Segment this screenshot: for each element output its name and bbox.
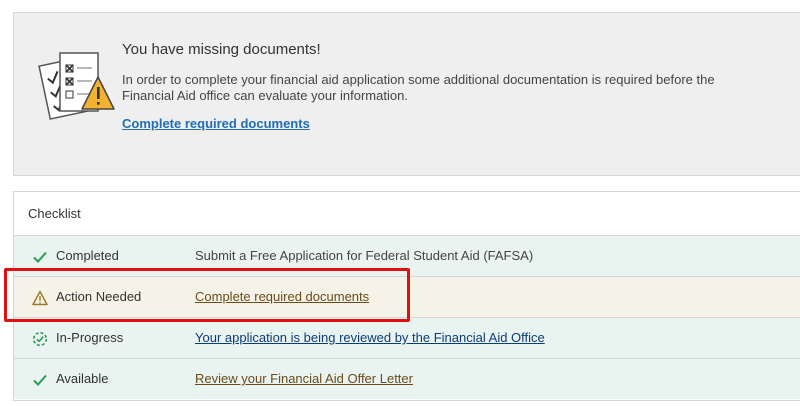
alert-body: In order to complete your financial aid …: [122, 72, 715, 103]
checklist-title: Checklist: [28, 206, 81, 221]
status-label: Available: [56, 371, 109, 386]
offer-letter-link[interactable]: Review your Financial Aid Offer Letter: [195, 371, 413, 386]
complete-required-documents-link[interactable]: Complete required documents: [122, 116, 310, 131]
checklist-row-in-progress: In-Progress Your application is being re…: [14, 317, 800, 358]
documents-warning-icon: [38, 52, 115, 120]
highlight-annotation: [4, 268, 410, 322]
progress-icon: [32, 331, 48, 347]
alert-title: You have missing documents!: [122, 41, 321, 58]
check-icon: [33, 251, 47, 263]
missing-documents-alert: You have missing documents! In order to …: [13, 12, 800, 176]
row-description: Submit a Free Application for Federal St…: [195, 248, 534, 263]
application-review-link[interactable]: Your application is being reviewed by th…: [195, 330, 545, 345]
check-icon: [33, 374, 47, 386]
status-label: In-Progress: [56, 330, 124, 345]
status-label: Completed: [56, 248, 119, 263]
checklist-row-available: Available Review your Financial Aid Offe…: [14, 358, 800, 399]
